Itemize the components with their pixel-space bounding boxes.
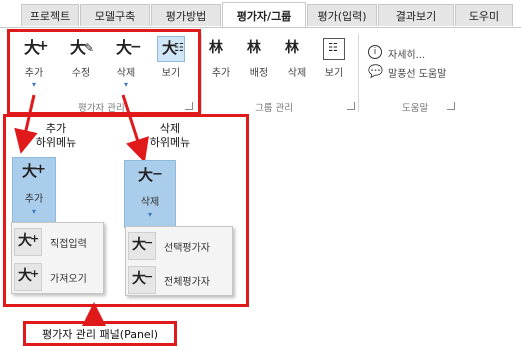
person-add-icon: 大 + [22, 162, 46, 180]
selected-evaluator-label: 선택평가자 [164, 243, 210, 254]
person-remove-icon: 大 − [138, 166, 163, 184]
delete-annotation-line1: 삭제 [159, 122, 181, 135]
person-remove-icon: 大 − [128, 232, 156, 260]
delete-dropdown-button[interactable]: 大 − 삭제 ▾ [124, 160, 176, 228]
person-add-icon: 大 + [14, 228, 42, 256]
chevron-down-icon: ▾ [147, 210, 152, 219]
add-dropdown-button[interactable]: 大 + 추가 ▾ [12, 157, 56, 227]
direct-input-label: 직접입력 [50, 239, 87, 250]
panel-caption-box: 평가자 관리 패널(Panel) [23, 321, 177, 346]
person-add-icon: 大 + [14, 263, 42, 291]
delete-submenu-panel: 大 − 선택평가자 大 − 전체평가자 [125, 226, 233, 296]
delete-dropdown-label: 삭제 [140, 197, 160, 208]
add-submenu-panel: 大 + 직접입력 大 + 가져오기 [11, 222, 104, 294]
direct-input-menu-item[interactable]: 大 + 직접입력 [12, 225, 103, 259]
delete-annotation-line2: 하위메뉴 [149, 136, 191, 149]
panel-caption-text: 평가자 관리 패널(Panel) [41, 327, 159, 341]
add-dropdown-label: 추가 [24, 194, 44, 205]
annotation-arrows [14, 94, 149, 326]
import-menu-item[interactable]: 大 + 가져오기 [12, 260, 103, 294]
all-evaluators-label: 전체평가자 [164, 277, 210, 288]
import-label: 가져오기 [50, 274, 87, 285]
add-annotation-line1: 추가 [45, 122, 67, 135]
delete-submenu-annotation: 삭제 하위메뉴 [140, 122, 200, 150]
chevron-down-icon: ▾ [31, 207, 36, 216]
add-annotation-line2: 하위메뉴 [35, 136, 77, 149]
add-submenu-annotation: 추가 하위메뉴 [26, 122, 86, 150]
selected-evaluator-menu-item[interactable]: 大 − 선택평가자 [126, 229, 232, 263]
all-evaluators-menu-item[interactable]: 大 − 전체평가자 [126, 263, 232, 297]
person-remove-icon: 大 − [128, 266, 156, 294]
